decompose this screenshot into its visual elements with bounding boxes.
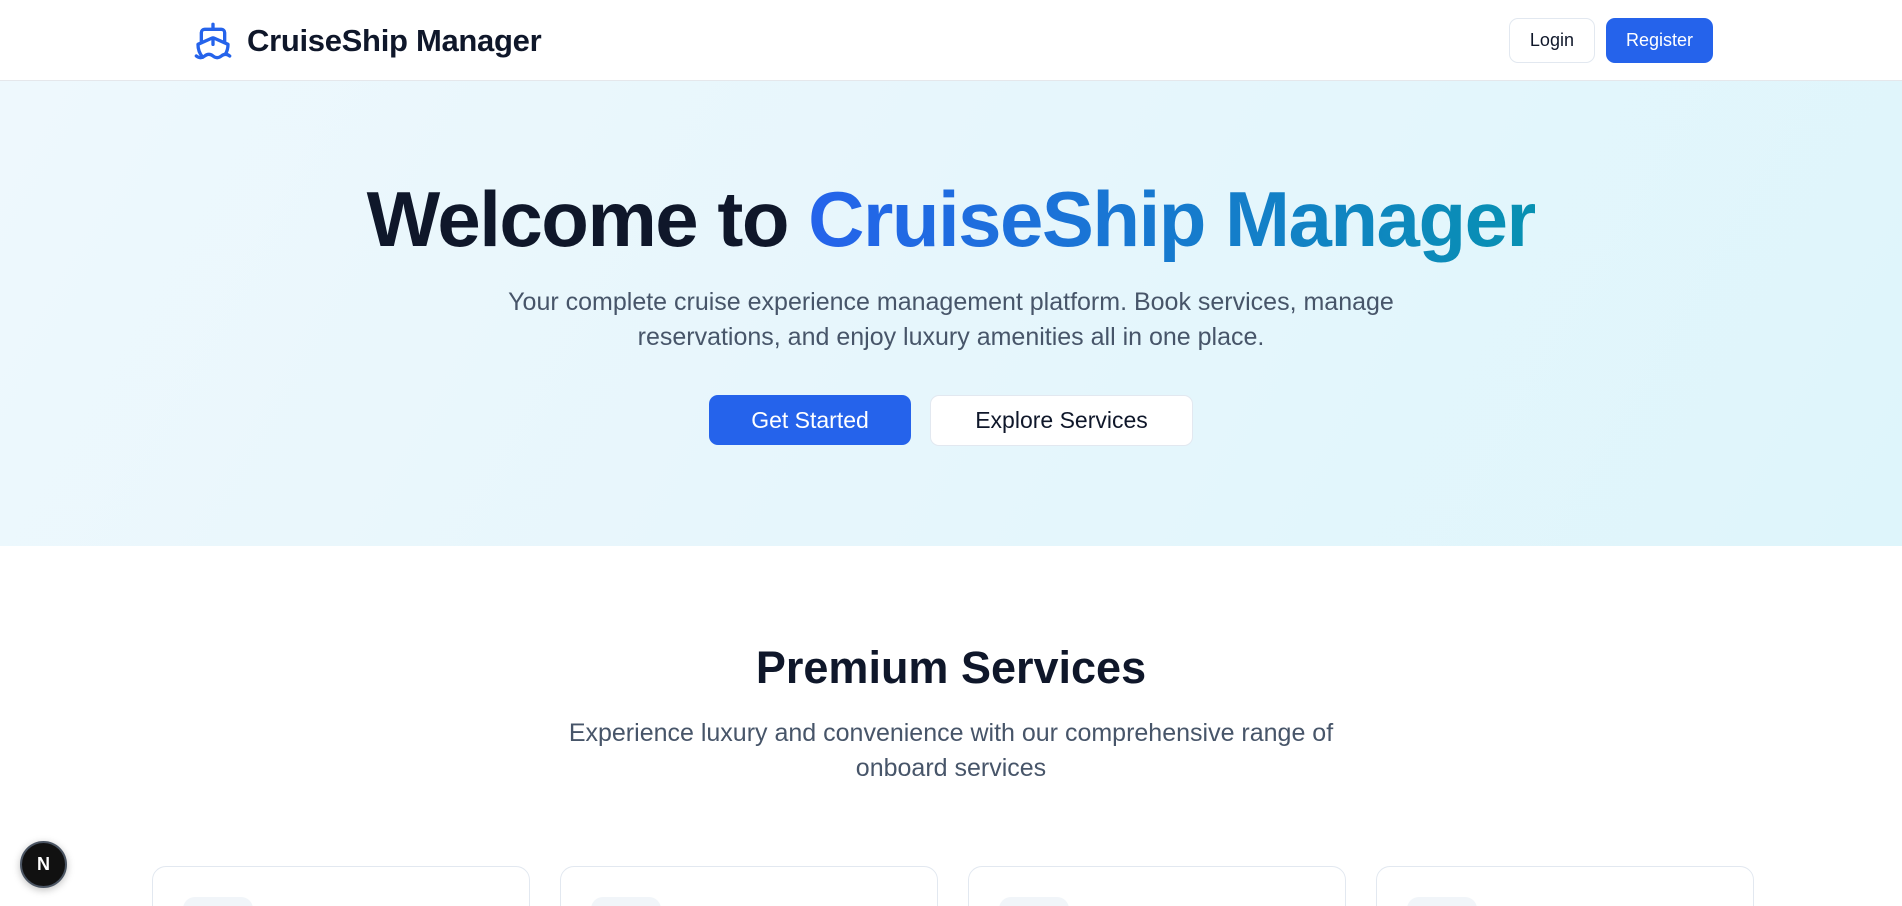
navbar-inner: CruiseShip Manager Login Register (193, 0, 1713, 81)
brand[interactable]: CruiseShip Manager (193, 21, 542, 61)
service-card[interactable] (1376, 866, 1754, 906)
services-subtitle: Experience luxury and convenience with o… (568, 719, 1334, 782)
hero-actions: Get Started Explore Services (0, 395, 1902, 446)
service-card-icon (183, 897, 253, 906)
dev-badge-label: N (37, 854, 50, 874)
hero-title-accent: CruiseShip Manager (808, 175, 1537, 263)
get-started-button[interactable]: Get Started (709, 395, 911, 445)
register-button[interactable]: Register (1605, 18, 1713, 63)
service-card[interactable] (560, 866, 938, 906)
brand-name: CruiseShip Manager (247, 22, 542, 58)
service-cards (152, 866, 1754, 906)
hero-section: Welcome to CruiseShip Manager Your compl… (0, 81, 1902, 546)
hero-title: Welcome to CruiseShip Manager (0, 175, 1902, 263)
nextjs-icon[interactable]: N (20, 841, 67, 888)
service-card[interactable] (968, 866, 1346, 906)
service-card[interactable] (152, 866, 530, 906)
nav-actions: Login Register (1508, 18, 1713, 63)
explore-services-button[interactable]: Explore Services (930, 395, 1193, 446)
services-title: Premium Services (755, 642, 1147, 693)
hero-title-plain: Welcome to (366, 175, 790, 263)
navbar: CruiseShip Manager Login Register (0, 0, 1902, 81)
ship-icon (193, 21, 233, 61)
service-card-icon (999, 897, 1069, 906)
hero-subtitle: Your complete cruise experience manageme… (508, 288, 1394, 351)
service-card-icon (591, 897, 661, 906)
login-button[interactable]: Login (1508, 18, 1595, 63)
service-card-icon (1407, 897, 1477, 906)
